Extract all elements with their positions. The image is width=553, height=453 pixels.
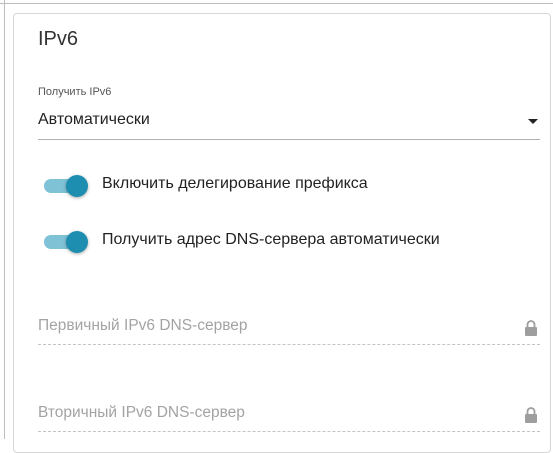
field-underline <box>38 431 540 432</box>
obtain-ipv6-value: Автоматически <box>38 111 150 128</box>
field-underline <box>38 344 540 345</box>
chevron-down-icon <box>528 119 538 124</box>
lock-icon <box>525 320 537 336</box>
auto-dns-label: Получить адрес DNS-сервера автоматически <box>102 231 440 248</box>
toggle-knob <box>66 175 88 197</box>
window-left-border <box>4 0 5 439</box>
lock-icon <box>525 407 537 423</box>
window-top-border <box>0 0 553 4</box>
secondary-ipv6-dns-placeholder: Вторичный IPv6 DNS-сервер <box>38 404 245 421</box>
auto-dns-toggle[interactable]: Получить адрес DNS-сервера автоматически <box>44 229 524 253</box>
section-title: IPv6 <box>38 28 79 50</box>
obtain-ipv6-label: Получить IPv6 <box>38 86 112 98</box>
toggle-knob <box>66 231 88 253</box>
prefix-delegation-label: Включить делегирование префикса <box>102 175 368 192</box>
primary-ipv6-dns-field[interactable]: Первичный IPv6 DNS-сервер <box>38 311 540 345</box>
prefix-delegation-toggle[interactable]: Включить делегирование префикса <box>44 173 524 197</box>
primary-ipv6-dns-placeholder: Первичный IPv6 DNS-сервер <box>38 317 248 334</box>
secondary-ipv6-dns-field[interactable]: Вторичный IPv6 DNS-сервер <box>38 398 540 432</box>
obtain-ipv6-select[interactable]: Автоматически <box>38 110 540 140</box>
